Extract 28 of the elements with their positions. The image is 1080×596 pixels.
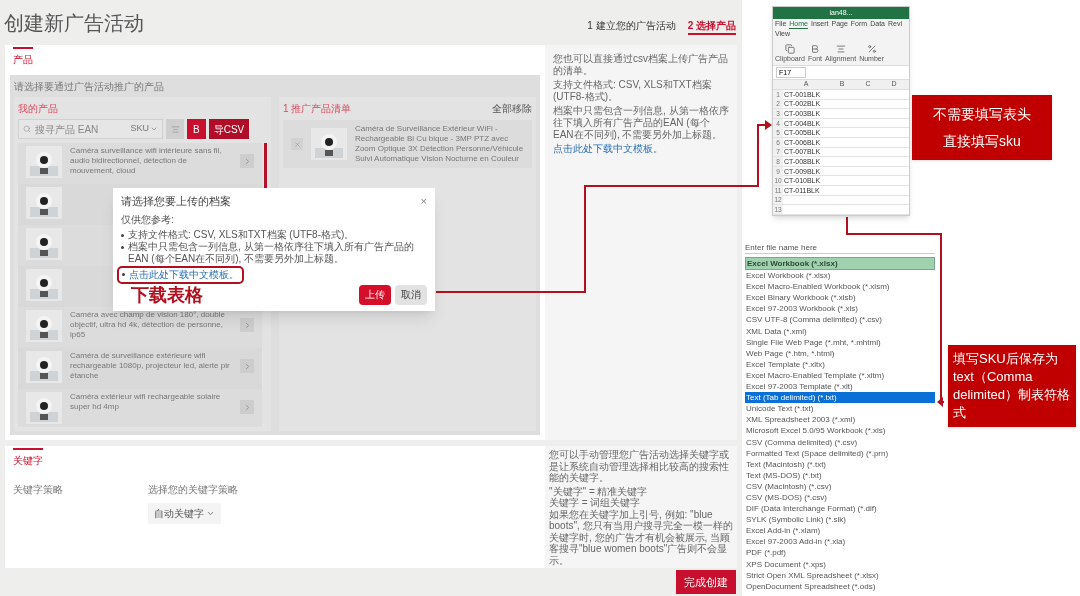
bullet-text: 档案中只需包含一列信息, 从第一格依序往下填入所有广告产品的EAN (每个EAN在不同列), 不需要另外加上标题。 — [128, 240, 415, 265]
bullet-text: 支持文件格式: CSV, XLS和TXT档案 (UTF8-格式)。 — [128, 228, 355, 240]
annotation-text: 填写SKU后保存为text（Comma delimited）制表符格式 — [953, 350, 1071, 422]
instruction-text: 请选择要通过广告活动推广的产品 — [14, 80, 165, 94]
help-text: 您也可以直接通过csv档案上传广告产品的清单。 — [553, 53, 729, 77]
annotation-text: 直接填写sku — [943, 131, 1021, 151]
step-label: 2 选择产品 — [687, 18, 736, 35]
field-label: 选择您的关键字策略 — [148, 483, 238, 497]
field-label: 关键字策略 — [13, 483, 64, 497]
page-title: 创建新广告活动 — [4, 10, 144, 36]
dialog-title: 请选择您要上传的档案 — [121, 194, 231, 209]
help-text: 如果您在关键字加上引号, 例如: "blue boots", 您只有当用户搜寻完全一模一样的关键字时, 您的广告才有机会被展示, 当顾客搜寻"blue women boots"广告则不会显示。 — [549, 508, 733, 566]
step-label: 1 建立您的广告活动 — [587, 19, 676, 33]
product-description: Caméra extérieur wifi rechargeable solaire super hd 4mp — [70, 392, 222, 412]
product-description: Caméra avec champ de vision 180°, double objectif, ultra hd 4k, détection de personne, ip65 — [70, 310, 226, 340]
panel-title: 我的产品 — [18, 102, 59, 116]
dialog-subtitle: 仅供您参考: — [121, 212, 175, 227]
help-text: 关键字 = 词组关键字 — [549, 497, 641, 509]
product-description: Caméra de Surveillance Extérieur WiFi - Rechargeable Bi Cu bique - 3MP PTZ avec Zoom Optique 3X Détection Personne/Véhicule Suivi Automatique Vision Nocturne en Couleur — [355, 124, 524, 164]
help-text: 档案中只需包含一列信息, 从第一格依序往下填入所有广告产品的EAN (每个EAN在不同列), 不需要另外加上标题。 — [553, 105, 729, 141]
product-description: Caméra surveillance wifi intérieure sans fil, audio bidirectionnel, détection de mouvement, cloud — [70, 146, 223, 176]
product-description: Caméra de surveillance extérieure wifi rechargeable 1080p, projecteur led, alerte pir étanche — [70, 351, 231, 381]
help-text: 支持文件格式: CSV, XLS和TXT档案 (UTF8-格式)。 — [553, 79, 713, 103]
annotation-text: 下载表格 — [131, 283, 203, 306]
annotation-text: 不需要填写表头 — [933, 104, 1031, 124]
help-text: "关键字" = 精准关键字 — [549, 485, 649, 497]
panel-title: 1 推广产品清单 — [283, 102, 352, 116]
help-text: 您可以手动管理您广告活动选择关键字或是让系统自动管理选择相比较高的搜索性能的关键字。 — [549, 449, 730, 484]
